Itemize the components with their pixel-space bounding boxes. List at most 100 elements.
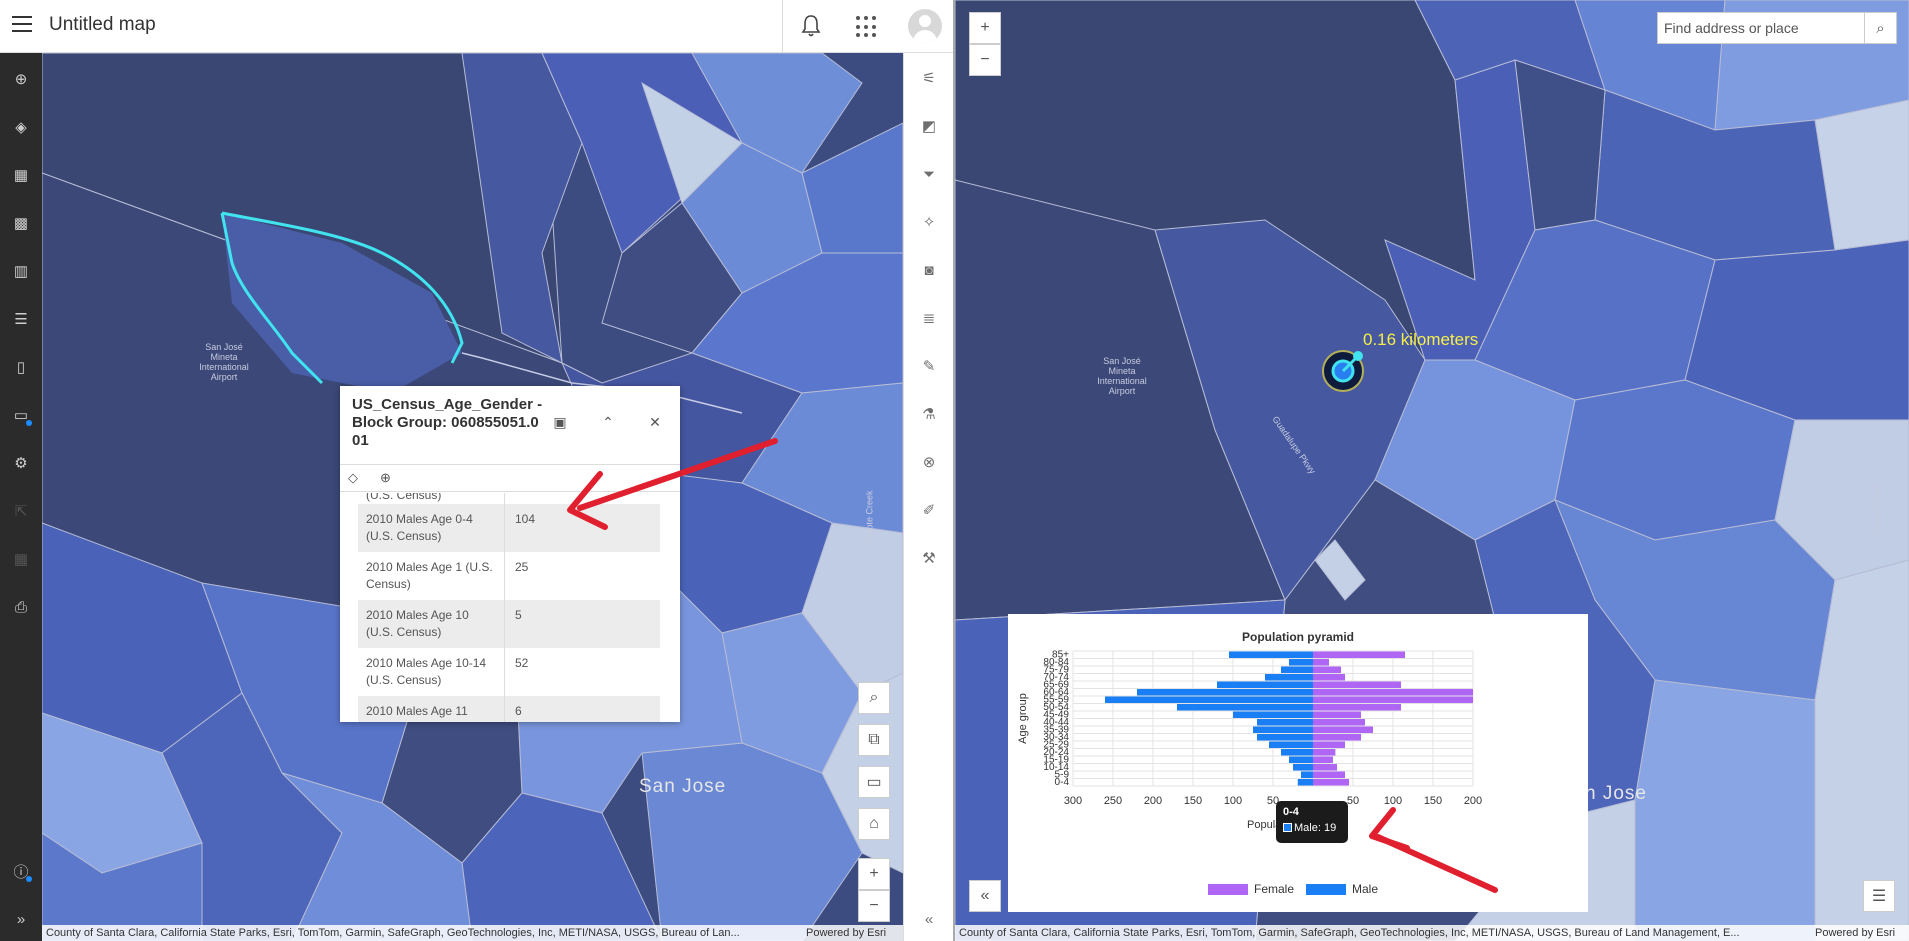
feature-popup: US_Census_Age_Gender - Block Group: 0608… xyxy=(340,386,680,722)
table-row: 2010 Males Age 10-14 (U.S. Census) 52 xyxy=(358,648,660,696)
legend-female[interactable]: Female xyxy=(1208,882,1294,896)
y-tick-label: 85+ xyxy=(1052,650,1069,661)
charts-icon[interactable]: ▥ xyxy=(10,260,32,282)
info-icon[interactable]: ⓘ xyxy=(10,860,32,882)
right-map-app[interactable]: San José Mineta International Airport Gu… xyxy=(955,0,1909,941)
bar-female xyxy=(1313,696,1473,703)
filter-icon[interactable]: ⏷ xyxy=(918,163,940,185)
bar-female xyxy=(1313,681,1401,688)
x-tick-label: 200 xyxy=(1464,795,1482,807)
map-attribution: County of Santa Clara, California State … xyxy=(42,925,802,941)
sketch-tool-icon[interactable]: ✐ xyxy=(918,499,940,521)
popup-actions: ◇ ⊕ xyxy=(340,464,680,492)
bookmark-icon[interactable]: ▯ xyxy=(10,356,32,378)
table-icon[interactable]: ▦ xyxy=(10,164,32,186)
properties-sliders-icon[interactable]: ⚟ xyxy=(918,67,940,89)
expand-panel-button[interactable]: « xyxy=(969,880,1001,912)
popup-title: US_Census_Age_Gender - Block Group: 0608… xyxy=(352,396,543,449)
layers-icon[interactable]: ◈ xyxy=(10,116,32,138)
effects-icon[interactable]: ✧ xyxy=(918,211,940,233)
search-map-button[interactable]: ⌕ xyxy=(858,682,890,714)
table-row: 2010 Males Age 0-4 (U.S. Census) 104 xyxy=(358,504,660,552)
table-row: 2010 Males Age 1 (U.S. Census) 25 xyxy=(358,552,660,600)
labels-icon[interactable]: ⊗ xyxy=(918,451,940,473)
left-map-app: Untitled map ⊕ ◈ ▦ ▩ ▥ ☰ ▯ ▭ ⚙ ⇱ ▦ ⎙ ⓘ » xyxy=(0,0,953,941)
bar-male xyxy=(1229,651,1313,658)
home-button[interactable]: ⌂ xyxy=(858,808,890,840)
x-tick-label: 150 xyxy=(1424,795,1442,807)
analysis-icon[interactable]: ⚗ xyxy=(918,403,940,425)
legend-icon[interactable]: ☰ xyxy=(10,308,32,330)
basemap-icon[interactable]: ▩ xyxy=(10,212,32,234)
search-input[interactable] xyxy=(1658,13,1864,43)
wrench-icon[interactable]: ⚒ xyxy=(918,547,940,569)
bar-female xyxy=(1313,771,1345,778)
collapse-panel-icon[interactable]: « xyxy=(918,908,940,930)
sketch-button[interactable]: ⧉ xyxy=(858,724,890,756)
popups-icon[interactable]: ◙ xyxy=(918,259,940,281)
male-swatch-icon xyxy=(1306,883,1346,895)
styles-icon[interactable]: ◩ xyxy=(918,115,940,137)
powered-by-esri[interactable]: Powered by Esri xyxy=(1811,925,1909,941)
search-icon[interactable]: ⌕ xyxy=(1864,13,1896,43)
x-tick-label: 50 xyxy=(1347,795,1359,807)
population-pyramid-chart[interactable]: Population pyramid 0-4 5-9 10-14 15-19 20-24… xyxy=(1008,614,1588,912)
user-avatar[interactable] xyxy=(908,9,942,43)
layer-list-button[interactable]: ☰ xyxy=(1863,880,1895,912)
edit-icon[interactable]: ✎ xyxy=(918,355,940,377)
zoom-to-icon[interactable]: ⊕ xyxy=(380,470,396,486)
bar-female xyxy=(1313,756,1333,763)
notifications-bell-icon[interactable] xyxy=(800,14,822,38)
bar-male xyxy=(1137,689,1313,696)
city-label: n Jose xyxy=(1585,783,1647,804)
bar-male xyxy=(1281,666,1313,673)
bar-female xyxy=(1313,726,1373,733)
expand-toolbar-icon[interactable]: » xyxy=(10,908,32,930)
settings-gear-icon[interactable]: ⚙ xyxy=(10,452,32,474)
bar-male xyxy=(1301,771,1313,778)
zoom-out-button[interactable]: − xyxy=(969,44,1001,76)
female-swatch-icon xyxy=(1208,883,1248,895)
bar-female xyxy=(1313,749,1336,756)
zoom-in-button[interactable]: + xyxy=(858,858,890,890)
bar-female xyxy=(1313,651,1405,658)
airport-label: San José Mineta International Airport xyxy=(1097,356,1147,396)
legend-male[interactable]: Male xyxy=(1306,882,1378,896)
chart-plot: 0-45-910-1415-1920-2425-2930-3435-3940-4… xyxy=(1017,650,1482,832)
bar-female xyxy=(1313,689,1473,696)
popup-attribute-table: (U.S. Census) 2010 Males Age 0-4 (U.S. C… xyxy=(358,493,660,722)
x-tick-label: 100 xyxy=(1224,795,1242,807)
map-attribution: County of Santa Clara, California State … xyxy=(955,925,1811,941)
bar-male xyxy=(1289,756,1313,763)
zoom-in-button[interactable]: + xyxy=(969,12,1001,44)
x-tick-label: 150 xyxy=(1184,795,1202,807)
zoom-out-button[interactable]: − xyxy=(858,890,890,922)
search-widget: ⌕ xyxy=(1657,12,1897,44)
measure-icon[interactable]: ◇ xyxy=(348,470,364,486)
collapse-popup-icon[interactable]: ⌃ xyxy=(598,412,618,432)
print-icon[interactable]: ⎙ xyxy=(10,596,32,618)
add-layer-icon[interactable]: ⊕ xyxy=(10,68,32,90)
bar-male xyxy=(1281,749,1313,756)
dock-popup-icon[interactable]: ▣ xyxy=(550,412,570,432)
create-app-icon: ▦ xyxy=(13,551,29,568)
x-tick-label: 250 xyxy=(1104,795,1122,807)
map-properties-icon[interactable]: ▭ xyxy=(10,404,32,426)
close-popup-icon[interactable]: ✕ xyxy=(645,412,665,432)
presentation-button[interactable]: ▭ xyxy=(858,766,890,798)
chart-tooltip: 0-4 Male: 19 xyxy=(1276,801,1348,843)
bar-male xyxy=(1233,711,1313,718)
city-label: San Jose xyxy=(639,776,727,797)
table-row: (U.S. Census) xyxy=(358,493,660,504)
share-icon: ⇱ xyxy=(14,503,28,520)
powered-by-esri[interactable]: Powered by Esri xyxy=(802,925,903,941)
app-launcher-icon[interactable] xyxy=(856,16,878,38)
bar-male xyxy=(1257,719,1313,726)
bar-male xyxy=(1105,696,1313,703)
split-divider[interactable] xyxy=(953,0,955,941)
map-title: Untitled map xyxy=(49,14,156,35)
bar-male xyxy=(1253,726,1313,733)
hamburger-menu-icon[interactable] xyxy=(12,16,32,36)
fields-icon[interactable]: ≣ xyxy=(918,307,940,329)
bar-female xyxy=(1313,711,1361,718)
